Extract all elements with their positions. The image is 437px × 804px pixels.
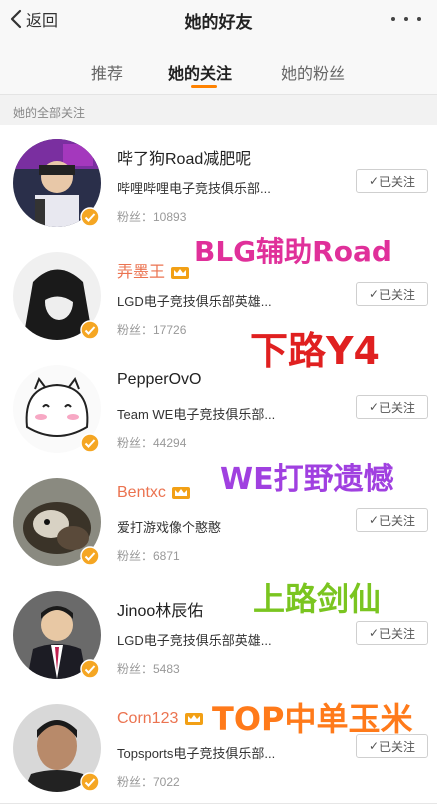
followed-label: 已关注 (379, 400, 416, 415)
vip-crown-icon (184, 713, 203, 725)
verified-icon (80, 772, 100, 792)
page-title: 她的好友 (184, 13, 253, 33)
followed-label: 已关注 (379, 174, 416, 189)
followed-button[interactable]: ✓ 已关注 (356, 169, 428, 193)
fans-count: 粉丝：7022 (117, 775, 180, 789)
check-icon: ✓ (368, 174, 380, 188)
active-tab-indicator (191, 85, 217, 88)
fans-count: 粉丝：10893 (117, 210, 187, 224)
user-name[interactable]: 哔了狗Road减肥呢 (117, 145, 251, 169)
verified-icon (80, 659, 100, 679)
followed-button[interactable]: ✓ 已关注 (356, 395, 428, 419)
followed-label: 已关注 (379, 513, 416, 528)
followed-button[interactable]: ✓ 已关注 (356, 508, 428, 532)
fans-count: 粉丝：6871 (117, 549, 180, 563)
check-icon: ✓ (368, 400, 380, 414)
list-item[interactable]: 哔了狗Road减肥呢 哔哩哔哩电子竞技俱乐部... 粉丝：10893 ✓ 已关注 (0, 125, 437, 239)
vip-crown-icon (172, 487, 191, 499)
followed-label: 已关注 (379, 626, 416, 641)
check-icon: ✓ (368, 513, 380, 527)
fans-count: 粉丝：17726 (117, 323, 187, 337)
user-description: 爱打游戏像个憨憨 (117, 520, 222, 535)
user-name-text: Bentxc (117, 484, 166, 501)
fans-count: 粉丝：44294 (117, 436, 187, 450)
user-description: Team WE电子竞技俱乐部... (117, 407, 276, 422)
tab-her-fans[interactable]: 她的粉丝 (281, 60, 345, 84)
check-icon: ✓ (368, 739, 380, 753)
verified-icon (80, 546, 100, 566)
check-icon: ✓ (368, 626, 380, 640)
user-name[interactable]: Corn123 (117, 710, 203, 728)
followed-button[interactable]: ✓ 已关注 (356, 621, 428, 645)
list-item[interactable]: Corn123 Topsports电子竞技俱乐部... 粉丝：7022 ✓ 已关注 (0, 690, 437, 804)
user-description: 哔哩哔哩电子竞技俱乐部... (117, 181, 271, 196)
check-icon: ✓ (368, 287, 380, 301)
user-name[interactable]: PepperOvO (117, 371, 201, 389)
user-name[interactable]: 弄墨王 (117, 258, 190, 282)
list-item[interactable]: Bentxc 爱打游戏像个憨憨 粉丝：6871 ✓ 已关注 (0, 464, 437, 578)
user-description: LGD电子竞技俱乐部英雄... (117, 294, 272, 309)
verified-icon (80, 320, 100, 340)
section-header-label: 她的全部关注 (13, 106, 86, 120)
user-name-text: Corn123 (117, 710, 179, 727)
list-item[interactable]: 弄墨王 LGD电子竞技俱乐部英雄... 粉丝：17726 ✓ 已关注 (0, 238, 437, 352)
section-header: 她的全部关注 (0, 95, 437, 125)
followed-button[interactable]: ✓ 已关注 (356, 734, 428, 758)
list-item[interactable]: Jinoo林辰佑 LGD电子竞技俱乐部英雄... 粉丝：5483 ✓ 已关注 (0, 577, 437, 691)
user-name[interactable]: Jinoo林辰佑 (117, 597, 203, 621)
tab-recommend[interactable]: 推荐 (91, 60, 123, 84)
followed-label: 已关注 (379, 287, 416, 302)
user-description: Topsports电子竞技俱乐部... (117, 746, 276, 761)
more-options-icon[interactable] (389, 8, 423, 28)
followed-label: 已关注 (379, 739, 416, 754)
user-name[interactable]: Bentxc (117, 484, 191, 502)
nav-bar: 返回 她的好友 (0, 0, 437, 38)
tab-bar: 推荐 她的关注 她的粉丝 (0, 38, 437, 95)
list-item[interactable]: PepperOvO Team WE电子竞技俱乐部... 粉丝：44294 ✓ 已关… (0, 351, 437, 465)
tab-her-following[interactable]: 她的关注 (168, 60, 232, 84)
verified-icon (80, 433, 100, 453)
vip-crown-icon (171, 267, 190, 279)
fans-count: 粉丝：5483 (117, 662, 180, 676)
user-description: LGD电子竞技俱乐部英雄... (117, 633, 272, 648)
user-name-text: 弄墨王 (117, 264, 166, 281)
followed-button[interactable]: ✓ 已关注 (356, 282, 428, 306)
verified-icon (80, 207, 100, 227)
